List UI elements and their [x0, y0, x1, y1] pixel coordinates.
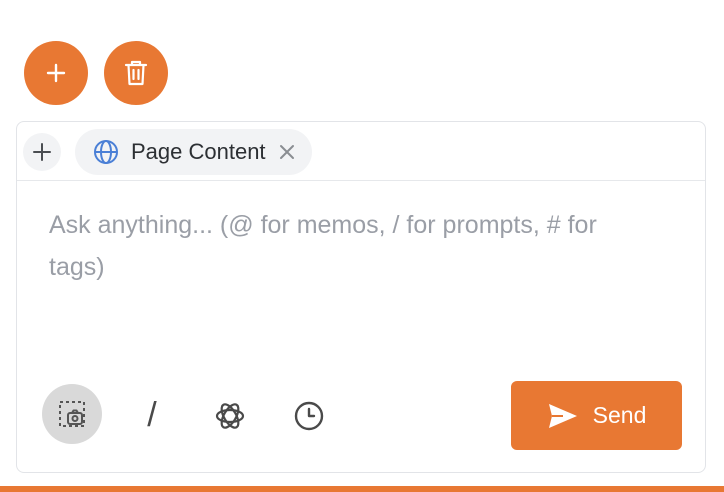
- context-bar: Page Content: [17, 122, 705, 181]
- chat-composer: Page Content Ask anything... (@ for memo…: [16, 121, 706, 473]
- slash-label: /: [147, 395, 157, 434]
- globe-icon: [94, 140, 118, 164]
- context-chip-label: Page Content: [131, 139, 266, 164]
- plus-icon: [46, 63, 66, 83]
- ai-model-button[interactable]: [210, 396, 250, 436]
- add-context-button[interactable]: [23, 133, 61, 171]
- send-icon: [548, 403, 577, 428]
- history-button[interactable]: [289, 396, 329, 436]
- send-label: Send: [592, 402, 647, 428]
- context-chip-page-content[interactable]: Page Content: [75, 129, 312, 175]
- clock-icon: [294, 401, 324, 431]
- plus-icon: [33, 143, 51, 161]
- prompt-input[interactable]: Ask anything... (@ for memos, / for prom…: [49, 204, 659, 288]
- close-icon: [279, 145, 294, 159]
- prompts-button[interactable]: /: [132, 393, 172, 437]
- remove-context-button[interactable]: [278, 143, 296, 161]
- add-button[interactable]: [24, 41, 88, 105]
- bottom-accent-bar: [0, 486, 724, 492]
- screenshot-button[interactable]: [42, 384, 102, 444]
- screenshot-icon: [59, 401, 85, 427]
- delete-button[interactable]: [104, 41, 168, 105]
- openai-icon: [215, 403, 245, 429]
- trash-icon: [124, 60, 148, 86]
- send-button[interactable]: Send: [511, 381, 682, 450]
